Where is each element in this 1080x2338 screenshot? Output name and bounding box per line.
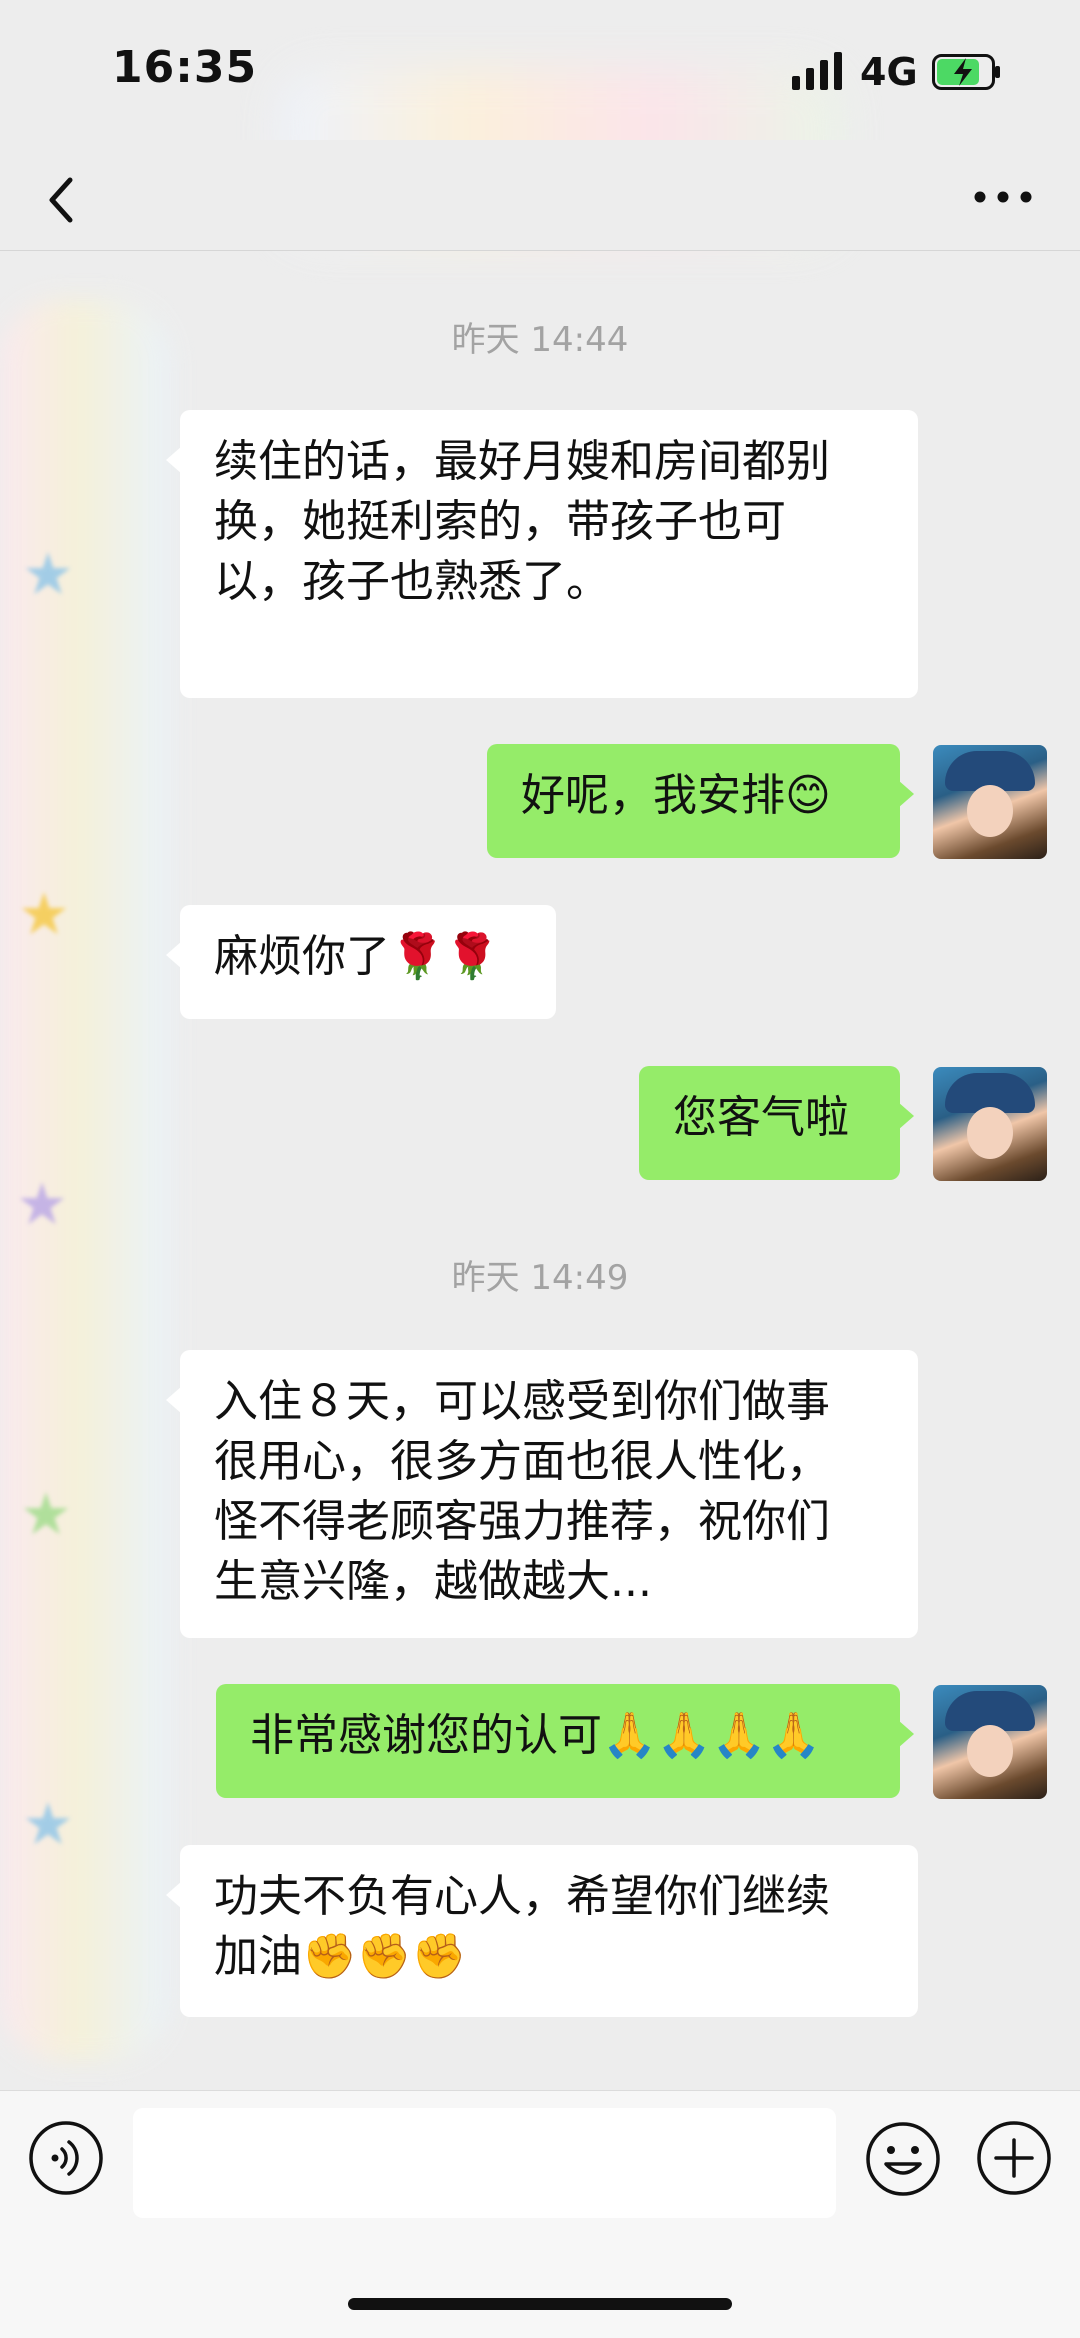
voice-icon[interactable] xyxy=(28,2120,104,2196)
message-line: 怪不得老顾客强力推荐，祝你们 xyxy=(214,1496,830,1547)
message-line: 功夫不负有心人，希望你们继续 xyxy=(214,1871,830,1922)
star-decoration-icon: ★ xyxy=(22,1790,74,1858)
star-decoration-icon: ★ xyxy=(22,540,74,608)
chevron-left-icon[interactable] xyxy=(40,170,80,230)
status-bar: 16:35 4G xyxy=(0,0,1080,140)
message-line: 加油✊✊✊ xyxy=(214,1931,467,1982)
home-indicator xyxy=(348,2298,732,2310)
outgoing-message[interactable]: 好呢，我安排😊 xyxy=(487,744,914,858)
message-text: 非常感谢您的认可🙏🙏🙏🙏 xyxy=(250,1710,822,1761)
chat-header xyxy=(0,140,1080,251)
message-text: 您客气啦 xyxy=(673,1092,849,1143)
message-line: 以，孩子也熟悉了。 xyxy=(214,556,610,607)
message-input[interactable] xyxy=(133,2108,836,2218)
incoming-message[interactable]: 功夫不负有心人，希望你们继续 加油✊✊✊ xyxy=(166,1845,918,2017)
avatar[interactable] xyxy=(933,745,1047,859)
signal-icon xyxy=(792,52,842,90)
incoming-message[interactable]: 入住８天，可以感受到你们做事 很用心，很多方面也很人性化， 怪不得老顾客强力推荐… xyxy=(166,1350,918,1638)
star-decoration-icon: ★ xyxy=(18,880,70,948)
message-timestamp: 昨天 14:44 xyxy=(451,320,629,360)
message-line: 入住８天，可以感受到你们做事 xyxy=(214,1376,830,1427)
smiley-icon[interactable] xyxy=(864,2120,942,2198)
status-time: 16:35 xyxy=(112,42,258,93)
message-line: 生意兴隆，越做越大... xyxy=(214,1556,652,1607)
avatar[interactable] xyxy=(933,1685,1047,1799)
network-type: 4G xyxy=(860,50,918,94)
incoming-message[interactable]: 续住的话，最好月嫂和房间都别 换，她挺利索的，带孩子也可 以，孩子也熟悉了。 xyxy=(166,410,918,698)
star-decoration-icon: ★ xyxy=(20,1480,72,1548)
outgoing-message[interactable]: 您客气啦 xyxy=(639,1066,914,1180)
message-line: 换，她挺利索的，带孩子也可 xyxy=(214,496,786,547)
message-line: 很用心，很多方面也很人性化， xyxy=(214,1436,830,1487)
message-text: 麻烦你了🌹🌹 xyxy=(214,931,500,982)
plus-icon[interactable] xyxy=(976,2120,1052,2196)
ellipsis-icon[interactable] xyxy=(972,182,1034,212)
message-line: 续住的话，最好月嫂和房间都别 xyxy=(214,436,830,487)
incoming-message[interactable]: 麻烦你了🌹🌹 xyxy=(166,905,556,1019)
message-text: 好呢，我安排😊 xyxy=(521,770,831,821)
outgoing-message[interactable]: 非常感谢您的认可🙏🙏🙏🙏 xyxy=(216,1684,914,1798)
message-timestamp: 昨天 14:49 xyxy=(451,1258,629,1298)
battery-charging-icon xyxy=(932,54,1000,90)
avatar[interactable] xyxy=(933,1067,1047,1181)
star-decoration-icon: ★ xyxy=(16,1170,68,1238)
